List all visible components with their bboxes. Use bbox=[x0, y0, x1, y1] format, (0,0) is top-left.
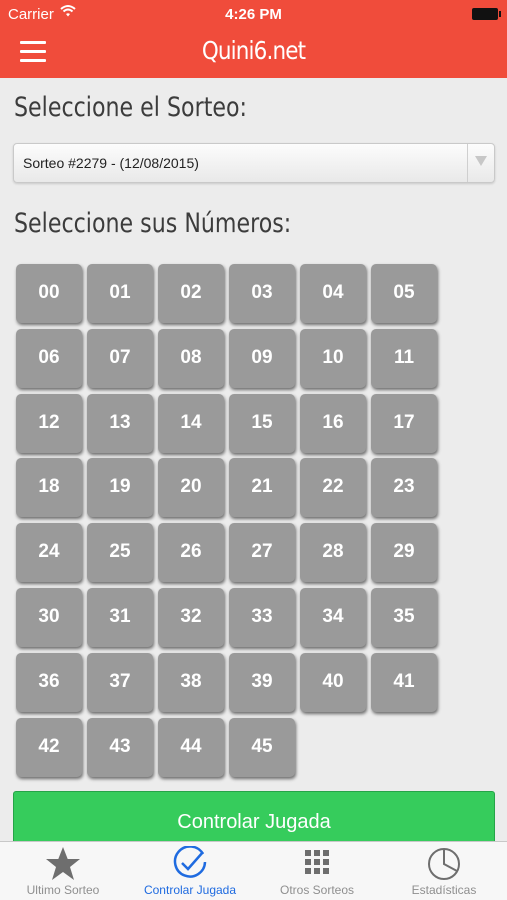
number-button-02[interactable]: 02 bbox=[158, 264, 224, 323]
tab-ultimo-sorteo[interactable]: Ultimo Sorteo bbox=[0, 842, 126, 900]
status-bar: Carrier 4:26 PM bbox=[0, 0, 507, 28]
number-button-17[interactable]: 17 bbox=[371, 393, 437, 453]
number-button-28[interactable]: 28 bbox=[300, 523, 366, 583]
app-title: Quini6.net bbox=[201, 36, 306, 65]
nav-bar: Quini6.net bbox=[0, 28, 507, 78]
number-button-36[interactable]: 36 bbox=[16, 652, 82, 712]
number-button-32[interactable]: 32 bbox=[158, 588, 224, 647]
number-button-44[interactable]: 44 bbox=[158, 717, 224, 777]
number-button-38[interactable]: 38 bbox=[158, 652, 224, 712]
number-button-30[interactable]: 30 bbox=[16, 588, 82, 647]
number-button-35[interactable]: 35 bbox=[371, 588, 437, 647]
number-button-06[interactable]: 06 bbox=[16, 328, 82, 388]
grid-icon bbox=[297, 846, 337, 882]
number-button-22[interactable]: 22 bbox=[300, 458, 366, 518]
sorteo-select-value: Sorteo #2279 - (12/08/2015) bbox=[23, 155, 199, 171]
number-button-25[interactable]: 25 bbox=[87, 523, 153, 583]
tab-label: Estadísticas bbox=[411, 883, 477, 897]
pie-chart-icon bbox=[424, 846, 464, 882]
number-button-26[interactable]: 26 bbox=[158, 523, 224, 583]
number-button-37[interactable]: 37 bbox=[87, 652, 153, 712]
number-button-40[interactable]: 40 bbox=[300, 652, 366, 712]
dropdown-arrow-icon bbox=[475, 156, 487, 166]
number-button-16[interactable]: 16 bbox=[300, 393, 366, 453]
number-button-23[interactable]: 23 bbox=[371, 458, 437, 518]
number-button-31[interactable]: 31 bbox=[87, 588, 153, 647]
tab-label: Ultimo Sorteo bbox=[26, 883, 100, 897]
star-icon bbox=[43, 846, 83, 882]
number-button-11[interactable]: 11 bbox=[371, 328, 437, 388]
tab-controlar-jugada[interactable]: Controlar Jugada bbox=[127, 842, 253, 900]
number-button-01[interactable]: 01 bbox=[87, 264, 153, 323]
number-button-39[interactable]: 39 bbox=[229, 652, 295, 712]
number-button-07[interactable]: 07 bbox=[87, 328, 153, 388]
number-button-09[interactable]: 09 bbox=[229, 328, 295, 388]
number-button-21[interactable]: 21 bbox=[229, 458, 295, 518]
number-button-10[interactable]: 10 bbox=[300, 328, 366, 388]
number-button-24[interactable]: 24 bbox=[16, 523, 82, 583]
number-button-05[interactable]: 05 bbox=[371, 264, 437, 323]
check-circle-icon bbox=[170, 845, 210, 882]
select-divider bbox=[467, 144, 468, 182]
number-button-33[interactable]: 33 bbox=[229, 588, 295, 647]
sorteo-select[interactable]: Sorteo #2279 - (12/08/2015) bbox=[13, 143, 495, 183]
number-button-20[interactable]: 20 bbox=[158, 458, 224, 518]
number-button-03[interactable]: 03 bbox=[229, 264, 295, 323]
number-button-45[interactable]: 45 bbox=[229, 717, 295, 777]
numeros-heading: Seleccione sus Números: bbox=[14, 208, 292, 239]
number-button-15[interactable]: 15 bbox=[229, 393, 295, 453]
number-button-04[interactable]: 04 bbox=[300, 264, 366, 323]
number-button-14[interactable]: 14 bbox=[158, 393, 224, 453]
tab-estadisticas[interactable]: Estadísticas bbox=[381, 842, 507, 900]
number-button-43[interactable]: 43 bbox=[87, 717, 153, 777]
number-button-19[interactable]: 19 bbox=[87, 458, 153, 518]
tab-bar: Ultimo Sorteo Controlar Jugada Otros Sor… bbox=[0, 841, 507, 900]
sorteo-heading: Seleccione el Sorteo: bbox=[14, 92, 248, 123]
number-button-08[interactable]: 08 bbox=[158, 328, 224, 388]
battery-icon bbox=[472, 8, 501, 20]
number-button-42[interactable]: 42 bbox=[16, 717, 82, 777]
number-button-41[interactable]: 41 bbox=[371, 652, 437, 712]
tab-otros-sorteos[interactable]: Otros Sorteos bbox=[254, 842, 380, 900]
number-button-13[interactable]: 13 bbox=[87, 393, 153, 453]
number-button-12[interactable]: 12 bbox=[16, 393, 82, 453]
number-button-29[interactable]: 29 bbox=[371, 523, 437, 583]
number-button-27[interactable]: 27 bbox=[229, 523, 295, 583]
status-time: 4:26 PM bbox=[225, 6, 282, 23]
number-button-00[interactable]: 00 bbox=[16, 264, 82, 323]
number-button-34[interactable]: 34 bbox=[300, 588, 366, 647]
tab-label: Controlar Jugada bbox=[143, 883, 237, 897]
tab-label: Otros Sorteos bbox=[279, 883, 355, 897]
number-button-18[interactable]: 18 bbox=[16, 458, 82, 518]
